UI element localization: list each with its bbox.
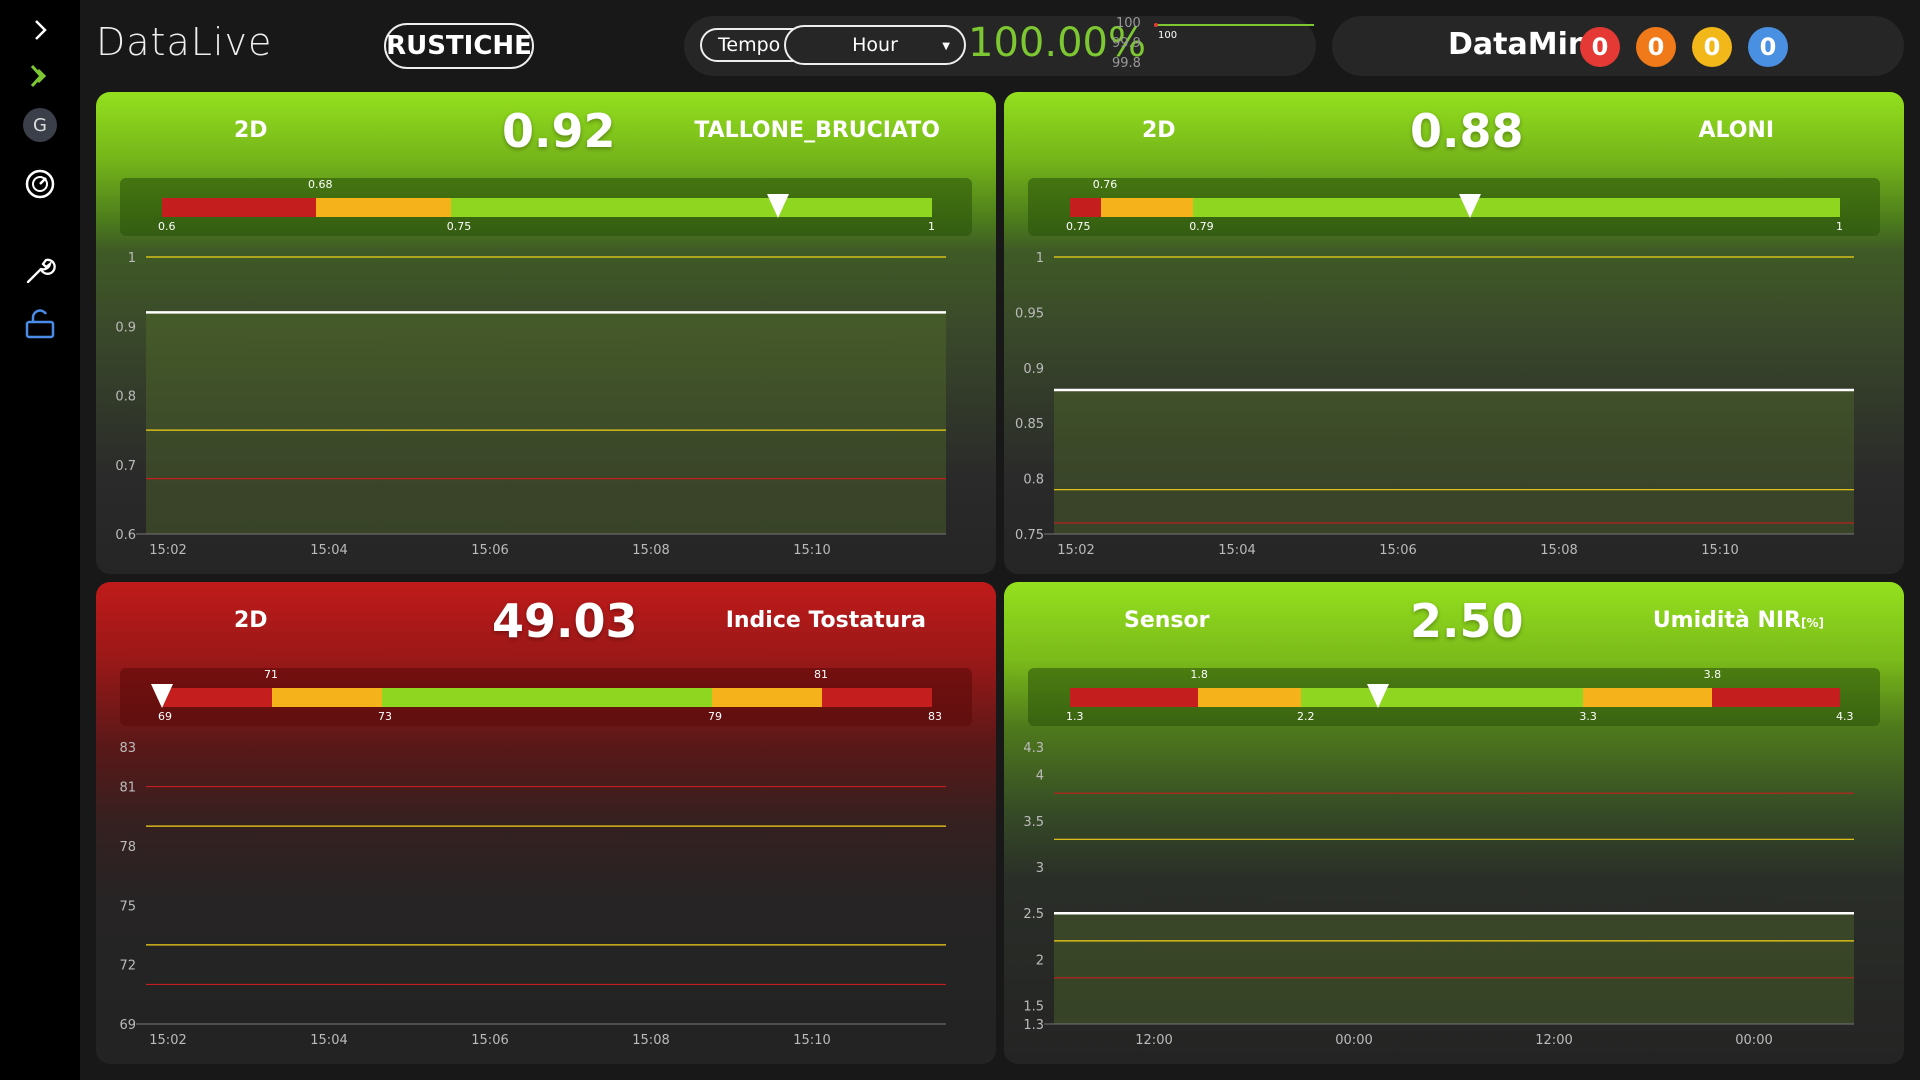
x-tick-label: 15:10	[1701, 543, 1738, 558]
y-tick-label: 0.8	[1023, 473, 1044, 488]
badge-orange[interactable]: 0	[1636, 27, 1676, 67]
y-tick-label: 2	[1036, 953, 1044, 968]
y-tick-label: 78	[119, 840, 136, 855]
app-title: DataLive	[96, 20, 273, 64]
y-tick-label: 0.9	[115, 320, 136, 335]
y-tick-label: 4	[1036, 769, 1044, 784]
badge-blue[interactable]: 0	[1748, 27, 1788, 67]
tempo-select-value: Hour	[852, 34, 898, 56]
x-tick-label: 15:02	[149, 543, 186, 558]
sidebar: G	[0, 0, 80, 1080]
x-tick-label: 15:08	[632, 1033, 669, 1048]
y-tick-label: 2.5	[1023, 907, 1044, 922]
x-tick-label: 00:00	[1735, 1033, 1772, 1048]
mini-axis-tick: 99.9	[1112, 36, 1141, 51]
y-tick-label: 69	[119, 1018, 136, 1033]
x-tick-label: 15:08	[1540, 543, 1577, 558]
y-tick-label: 0.7	[115, 459, 136, 474]
panel-aloni: 2D 0.88 ALONI 0.75 0.79 1 0.76 1 0.95 0.9 0.85 0.8 0…	[1004, 92, 1904, 574]
trend-chart: 4.3 4 3.5 3 2.5 2 1.5 1.3 12:00 00:00 12:00 00:00	[1023, 741, 1854, 1048]
badge-red[interactable]: 0	[1580, 27, 1620, 67]
x-tick-label: 00:00	[1335, 1033, 1372, 1048]
panel-umidita-nir: Sensor 2.50 Umidità NIR[%] 1.3 2.2 3.3 4.3 1.8 3…	[1004, 582, 1904, 1064]
x-tick-label: 15:04	[310, 1033, 347, 1048]
unlock-icon[interactable]	[20, 303, 60, 343]
x-tick-label: 15:04	[310, 543, 347, 558]
x-tick-label: 15:10	[793, 543, 830, 558]
y-tick-label: 0.75	[1015, 528, 1044, 543]
x-tick-label: 15:02	[149, 1033, 186, 1048]
mini-sparkline	[1154, 23, 1314, 27]
y-tick-label: 3	[1036, 861, 1044, 876]
y-tick-label: 0.85	[1015, 417, 1044, 432]
badge-yellow[interactable]: 0	[1692, 27, 1732, 67]
caret-down-icon: ▼	[942, 41, 950, 52]
mini-label: 100	[1158, 30, 1178, 41]
x-tick-label: 12:00	[1535, 1033, 1572, 1048]
avatar-initial: G	[23, 108, 57, 142]
x-tick-label: 15:06	[1379, 543, 1416, 558]
y-tick-label: 72	[119, 959, 136, 974]
x-tick-label: 15:06	[471, 543, 508, 558]
trend-chart: 83 81 78 75 72 69 15:02 15:04 15:06 15:08 15:10	[119, 741, 946, 1048]
y-tick-label: 0.8	[115, 390, 136, 405]
x-tick-label: 12:00	[1135, 1033, 1172, 1048]
datamind-box: DataMind 0 0 0 0	[1332, 16, 1904, 76]
y-tick-label: 81	[119, 781, 136, 796]
wrench-icon[interactable]	[20, 250, 60, 290]
gauge-icon[interactable]	[20, 164, 60, 204]
x-tick-label: 15:04	[1218, 543, 1255, 558]
y-tick-label: 0.95	[1015, 306, 1044, 321]
y-tick-label: 4.3	[1023, 741, 1044, 756]
y-tick-label: 1.3	[1023, 1018, 1044, 1033]
panel-tallone-bruciato: 2D 0.92 TALLONE_BRUCIATO 0.6 0.75 1 0.68 1 0.9 0.…	[96, 92, 996, 574]
y-tick-label: 83	[119, 741, 136, 756]
y-tick-label: 0.6	[115, 528, 136, 543]
series-area	[1054, 389, 1854, 534]
mini-axis-tick: 99.8	[1112, 56, 1141, 71]
y-tick-label: 1	[1036, 251, 1044, 266]
double-chevron-icon[interactable]	[20, 56, 60, 96]
x-tick-label: 15:08	[632, 543, 669, 558]
trend-chart: 1 0.95 0.9 0.85 0.8 0.75 15:02 15:04 15:06 15:08 1…	[1015, 251, 1854, 558]
panel-indice-tostatura: 2D 49.03 Indice Tostatura 69 73 79 83 71 81 83 81 7…	[96, 582, 996, 1064]
mini-axis-tick: 100	[1116, 16, 1141, 31]
tempo-select[interactable]: Hour ▼	[784, 25, 966, 65]
y-tick-label: 1.5	[1023, 1000, 1044, 1015]
series-area	[146, 312, 946, 534]
x-tick-label: 15:02	[1057, 543, 1094, 558]
avatar[interactable]: G	[20, 105, 60, 145]
main-area: DataLive RUSTICHE Tempo Hour ▼ 100.00% 1…	[80, 0, 1920, 1080]
y-tick-label: 0.9	[1023, 362, 1044, 377]
group-button[interactable]: RUSTICHE	[384, 23, 534, 69]
y-tick-label: 75	[119, 899, 136, 914]
x-tick-label: 15:06	[471, 1033, 508, 1048]
x-tick-label: 15:10	[793, 1033, 830, 1048]
series-area	[1054, 913, 1854, 1024]
trend-chart: 1 0.9 0.8 0.7 0.6 15:02 15:04 15:06 15:08 15:10	[115, 251, 946, 558]
y-tick-label: 1	[128, 251, 136, 266]
y-tick-label: 3.5	[1023, 815, 1044, 830]
tempo-box: Tempo Hour ▼ 100.00% 100 99.9 99.8 100	[684, 16, 1316, 76]
chevron-right-icon[interactable]	[20, 10, 60, 50]
